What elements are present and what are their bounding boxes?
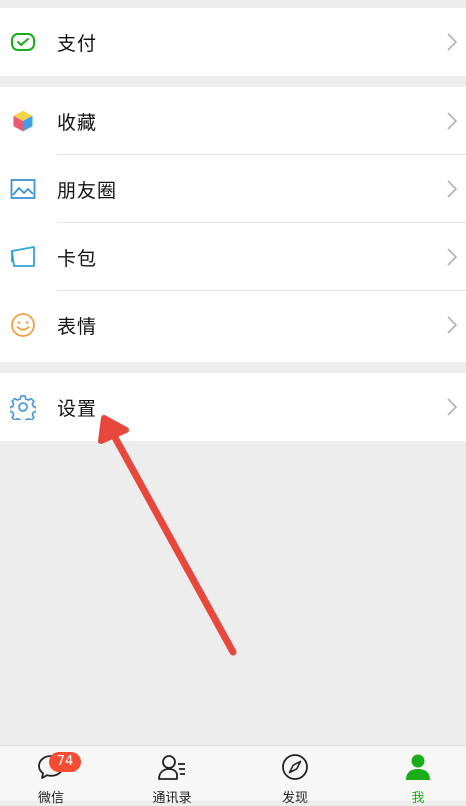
contacts-icon xyxy=(158,755,185,780)
pay-group: 支付 xyxy=(0,8,466,76)
cube-icon xyxy=(12,109,34,133)
gear-icon xyxy=(10,395,36,420)
menu-item-label: 支付 xyxy=(57,32,98,55)
chevron-right-icon xyxy=(447,316,458,334)
menu-item-pay[interactable]: 支付 xyxy=(0,8,466,76)
menu-item-favorites[interactable]: 收藏 xyxy=(0,87,466,155)
settings-group: 设置 xyxy=(0,373,466,441)
tab-me[interactable]: 我 xyxy=(360,746,466,806)
card-icon xyxy=(11,246,35,267)
bottom-tab-bar: 74 微信 通讯录 发现 我 xyxy=(0,745,466,806)
chevron-right-icon xyxy=(447,180,458,198)
tab-label: 发现 xyxy=(281,791,308,806)
menu-item-stickers[interactable]: 表情 xyxy=(0,291,466,359)
menu-item-label: 设置 xyxy=(57,397,98,420)
menu-item-label: 收藏 xyxy=(57,111,98,134)
wallet-check-icon xyxy=(11,33,35,51)
menu-item-moments[interactable]: 朋友圈 xyxy=(0,155,466,223)
chevron-right-icon xyxy=(447,248,458,266)
tab-label: 我 xyxy=(411,791,425,806)
menu-item-label: 表情 xyxy=(57,315,98,338)
tab-discover[interactable]: 发现 xyxy=(237,746,353,806)
tab-label: 微信 xyxy=(37,791,64,806)
tab-chats[interactable]: 74 微信 xyxy=(0,746,109,806)
smile-icon xyxy=(11,313,35,337)
tab-contacts[interactable]: 通讯录 xyxy=(114,746,230,806)
photo-album-icon xyxy=(10,179,36,199)
chevron-right-icon xyxy=(447,33,458,51)
tab-label: 通讯录 xyxy=(152,791,192,806)
menu-item-settings[interactable]: 设置 xyxy=(0,373,466,441)
features-group: 收藏 朋友圈 卡包 表情 xyxy=(0,87,466,362)
chevron-right-icon xyxy=(447,112,458,130)
menu-item-label: 朋友圈 xyxy=(57,179,118,202)
person-icon xyxy=(406,754,430,780)
unread-badge: 74 xyxy=(49,752,81,772)
chevron-right-icon xyxy=(447,398,458,416)
menu-item-label: 卡包 xyxy=(57,247,98,270)
menu-item-card-package[interactable]: 卡包 xyxy=(0,223,466,291)
compass-icon xyxy=(282,754,308,780)
